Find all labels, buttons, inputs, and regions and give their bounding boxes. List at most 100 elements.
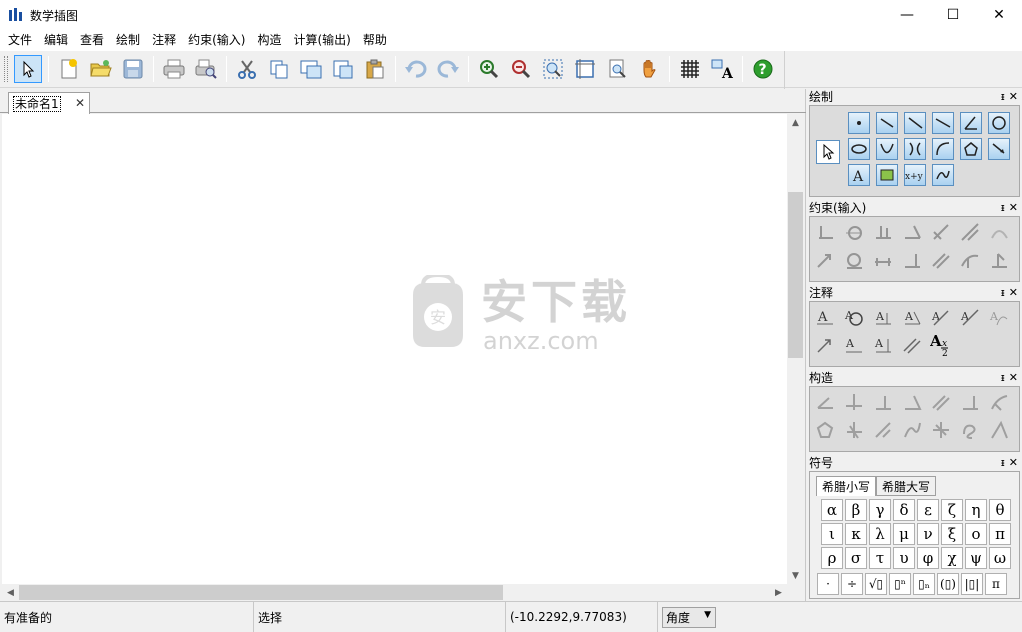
symbol-theta[interactable]: θ	[989, 499, 1011, 521]
op-absolute[interactable]: |▯|	[961, 573, 983, 595]
menu-help[interactable]: 帮助	[357, 30, 393, 50]
expression-tool-icon[interactable]: x+y	[904, 164, 926, 186]
construct-perpendicular-icon[interactable]	[872, 391, 894, 413]
label-angle-icon[interactable]: A	[901, 306, 923, 328]
zoom-window-icon[interactable]	[539, 55, 567, 83]
arc-tool-icon[interactable]	[932, 138, 954, 160]
symbol-zeta[interactable]: ζ	[941, 499, 963, 521]
pin-icon[interactable]: ᵻ	[1001, 455, 1005, 471]
undo-icon[interactable]	[402, 55, 430, 83]
symbol-delta[interactable]: δ	[893, 499, 915, 521]
ray-tool-icon[interactable]	[904, 112, 926, 134]
constraint-length-icon[interactable]	[901, 249, 923, 271]
constraint-curve-icon[interactable]	[959, 249, 981, 271]
pin-icon[interactable]: ᵻ	[1001, 370, 1005, 386]
op-superscript[interactable]: ▯ⁿ	[889, 573, 911, 595]
menu-annotate[interactable]: 注释	[146, 30, 182, 50]
symbol-omega[interactable]: ω	[989, 547, 1011, 569]
constraint-perp-icon[interactable]	[959, 221, 981, 243]
symbol-eta[interactable]: η	[965, 499, 987, 521]
curve-tool-icon[interactable]	[932, 164, 954, 186]
paste-icon[interactable]	[361, 55, 389, 83]
label-parallel-icon[interactable]: A	[872, 306, 894, 328]
label-point-icon[interactable]: A	[814, 306, 836, 328]
redo-icon[interactable]	[434, 55, 462, 83]
tab-untitled[interactable]: 未命名1 ✕	[8, 92, 90, 114]
horizontal-scrollbar[interactable]: ◀ ▶	[2, 584, 787, 601]
label-tangent-icon[interactable]: A	[988, 306, 1010, 328]
hyperbola-tool-icon[interactable]	[904, 138, 926, 160]
menu-constraint[interactable]: 约束(输入)	[182, 30, 251, 50]
panel-close-icon[interactable]: ✕	[1009, 285, 1018, 301]
symbol-sigma[interactable]: σ	[845, 547, 867, 569]
menu-edit[interactable]: 编辑	[38, 30, 74, 50]
drawing-canvas[interactable]: 安 安下载 anxz.com	[2, 114, 787, 584]
zoom-page-icon[interactable]	[603, 55, 631, 83]
panel-close-icon[interactable]: ✕	[1009, 370, 1018, 386]
polygon-tool-icon[interactable]	[960, 138, 982, 160]
op-dot[interactable]: ·	[817, 573, 839, 595]
symbol-mu[interactable]: μ	[893, 523, 915, 545]
minimize-button[interactable]: —	[884, 0, 930, 30]
segment-tool-icon[interactable]	[876, 112, 898, 134]
scroll-right-icon[interactable]: ▶	[770, 584, 787, 601]
symbol-kappa[interactable]: κ	[845, 523, 867, 545]
symbol-lambda[interactable]: λ	[869, 523, 891, 545]
op-pi[interactable]: π	[985, 573, 1007, 595]
text-style-icon[interactable]: A	[708, 55, 736, 83]
select-arrow-icon[interactable]	[14, 55, 42, 83]
constraint-parallel-icon[interactable]	[872, 221, 894, 243]
label-slope-icon[interactable]: A	[930, 306, 952, 328]
constraint-distance-icon[interactable]	[872, 249, 894, 271]
symbol-epsilon[interactable]: ε	[917, 499, 939, 521]
construct-dilate-icon[interactable]	[901, 419, 923, 441]
vertical-scrollbar[interactable]: ▲ ▼	[787, 114, 804, 584]
help-icon[interactable]: ?	[749, 55, 777, 83]
cut-icon[interactable]	[233, 55, 261, 83]
tab-close-icon[interactable]: ✕	[75, 96, 85, 110]
panel-close-icon[interactable]: ✕	[1009, 455, 1018, 471]
construct-midpoint-icon[interactable]	[959, 391, 981, 413]
maximize-button[interactable]: ☐	[930, 0, 976, 30]
constraint-parallel-lines-icon[interactable]	[930, 249, 952, 271]
angle-tool-icon[interactable]	[960, 112, 982, 134]
label-circle-icon[interactable]: A	[843, 306, 865, 328]
pin-icon[interactable]: ᵻ	[1001, 89, 1005, 105]
zoom-in-icon[interactable]	[475, 55, 503, 83]
tab-greek-uppercase[interactable]: 希腊大写	[876, 476, 937, 496]
menu-view[interactable]: 查看	[74, 30, 110, 50]
select-tool-icon[interactable]	[816, 140, 840, 164]
menu-draw[interactable]: 绘制	[110, 30, 146, 50]
symbol-chi[interactable]: χ	[941, 547, 963, 569]
label-segment-icon[interactable]: A	[843, 334, 865, 356]
menu-file[interactable]: 文件	[2, 30, 38, 50]
symbol-pi[interactable]: π	[989, 523, 1011, 545]
construct-rotate-icon[interactable]	[872, 419, 894, 441]
point-tool-icon[interactable]	[848, 112, 870, 134]
label-length-icon[interactable]: A	[872, 334, 894, 356]
line-tool-icon[interactable]	[932, 112, 954, 134]
tab-greek-lowercase[interactable]: 希腊小写	[816, 476, 877, 496]
constraint-fixed-icon[interactable]	[988, 249, 1010, 271]
symbol-iota[interactable]: ι	[821, 523, 843, 545]
angle-unit-select[interactable]: 角度 ▼	[662, 606, 716, 628]
pan-hand-icon[interactable]	[635, 55, 663, 83]
construct-reflect-icon[interactable]	[843, 419, 865, 441]
copy-special-icon[interactable]	[297, 55, 325, 83]
construct-angle-icon[interactable]	[814, 391, 836, 413]
construct-bisector-icon[interactable]	[901, 391, 923, 413]
constraint-radius-icon[interactable]	[843, 249, 865, 271]
parabola-tool-icon[interactable]	[876, 138, 898, 160]
copy-icon[interactable]	[265, 55, 293, 83]
print-icon[interactable]	[160, 55, 188, 83]
construct-arc-icon[interactable]	[988, 419, 1010, 441]
menu-compute[interactable]: 计算(输出)	[287, 30, 356, 50]
symbol-xi[interactable]: ξ	[941, 523, 963, 545]
open-folder-icon[interactable]	[87, 55, 115, 83]
symbol-alpha[interactable]: α	[821, 499, 843, 521]
op-sqrt[interactable]: √▯	[865, 573, 887, 595]
print-preview-icon[interactable]	[192, 55, 220, 83]
text-tool-icon[interactable]: A	[848, 164, 870, 186]
symbol-omicron[interactable]: ο	[965, 523, 987, 545]
horizontal-scroll-thumb[interactable]	[19, 585, 503, 600]
